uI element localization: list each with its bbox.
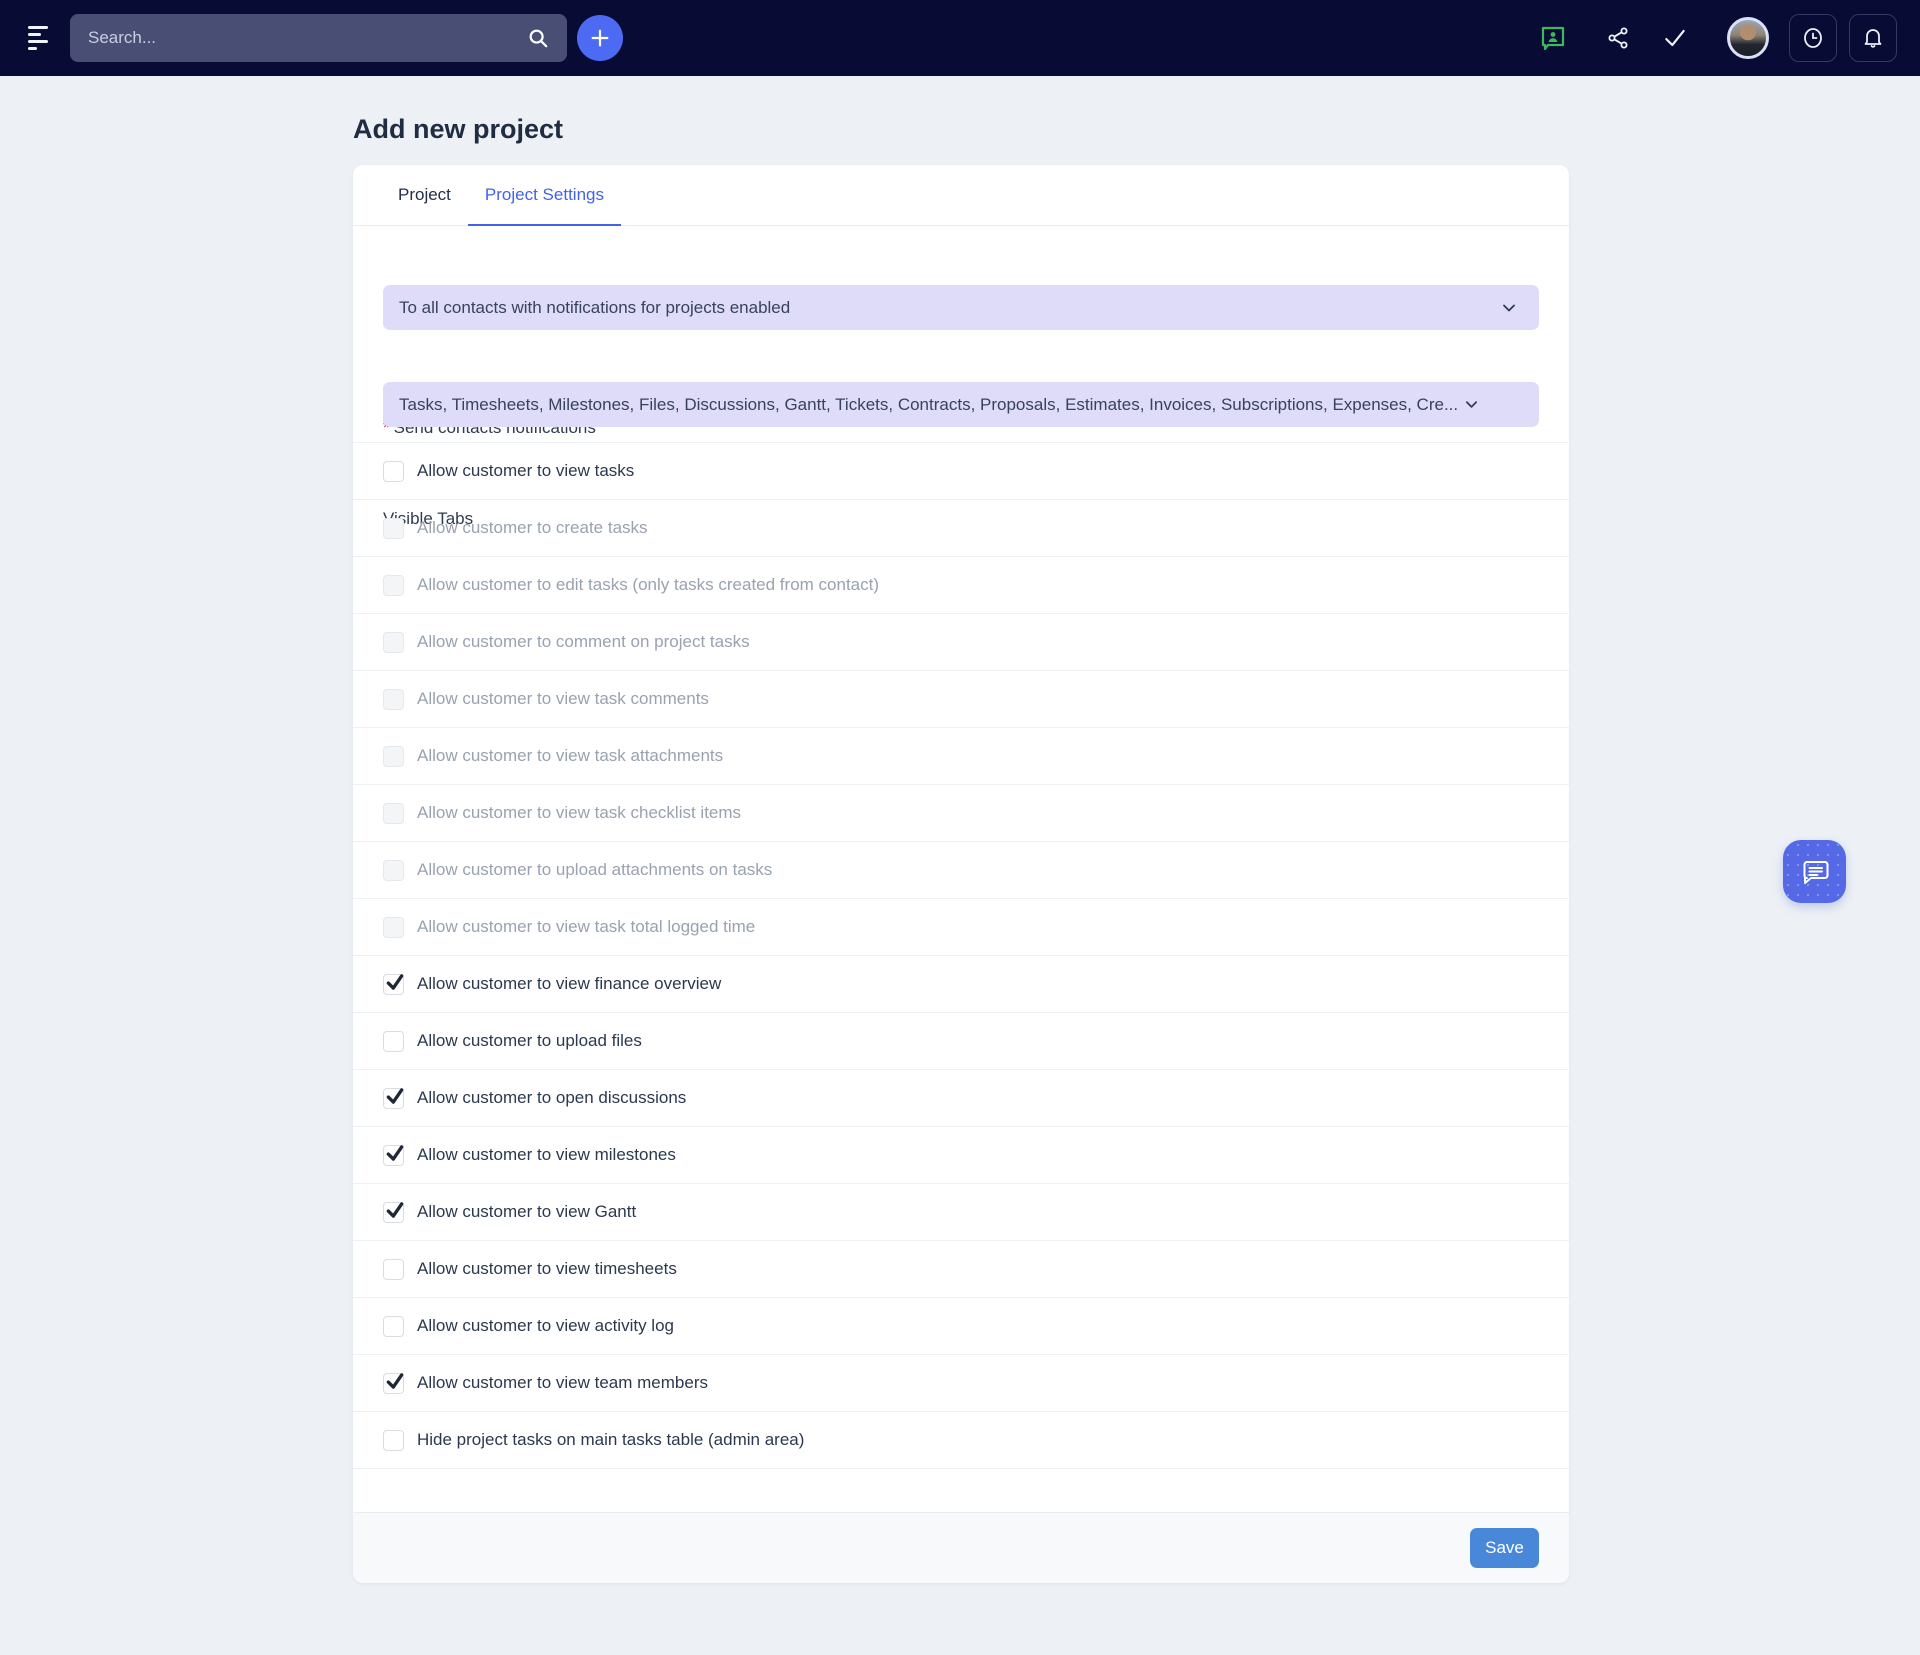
settings-list: Allow customer to view tasks Allow custo…	[353, 442, 1569, 1469]
setting-label[interactable]: Allow customer to view task checklist it…	[417, 803, 741, 823]
tab-bar: Project Project Settings	[353, 165, 1569, 226]
setting-label[interactable]: Allow customer to comment on project tas…	[417, 632, 750, 652]
setting-row: Allow customer to view task attachments	[353, 728, 1569, 785]
visible-tabs-select[interactable]: Tasks, Timesheets, Milestones, Files, Di…	[383, 382, 1539, 427]
setting-checkbox[interactable]	[383, 803, 404, 824]
chevron-down-icon	[1464, 397, 1479, 412]
setting-row: Allow customer to view timesheets	[353, 1241, 1569, 1298]
search-box	[70, 14, 567, 62]
search-input[interactable]	[70, 28, 527, 48]
checkmark-icon	[385, 972, 405, 992]
setting-label[interactable]: Allow customer to edit tasks (only tasks…	[417, 575, 879, 595]
top-navbar	[0, 0, 1920, 76]
setting-checkbox[interactable]	[383, 1373, 404, 1394]
setting-checkbox[interactable]	[383, 917, 404, 938]
clock-icon	[1801, 26, 1825, 50]
save-button[interactable]: Save	[1470, 1528, 1539, 1568]
setting-label[interactable]: Allow customer to create tasks	[417, 518, 648, 538]
checkmark-icon	[385, 1200, 405, 1220]
add-button[interactable]	[577, 15, 623, 61]
setting-row: Allow customer to view Gantt	[353, 1184, 1569, 1241]
chat-user-icon	[1540, 25, 1566, 52]
setting-row: Allow customer to comment on project tas…	[353, 614, 1569, 671]
share-icon	[1606, 26, 1630, 50]
setting-label[interactable]: Hide project tasks on main tasks table (…	[417, 1430, 804, 1450]
setting-row: Allow customer to view tasks	[353, 443, 1569, 500]
setting-label[interactable]: Allow customer to view activity log	[417, 1316, 674, 1336]
setting-checkbox[interactable]	[383, 1145, 404, 1166]
setting-row: Allow customer to upload files	[353, 1013, 1569, 1070]
setting-row: Allow customer to view finance overview	[353, 956, 1569, 1013]
card-footer: Save	[353, 1512, 1569, 1583]
setting-checkbox[interactable]	[383, 1316, 404, 1337]
page-title: Add new project	[353, 114, 563, 145]
setting-label[interactable]: Allow customer to view tasks	[417, 461, 634, 481]
setting-label[interactable]: Allow customer to view task attachments	[417, 746, 723, 766]
add-project-card: Project Project Settings *Send contacts …	[353, 165, 1569, 1583]
setting-row: Allow customer to view activity log	[353, 1298, 1569, 1355]
chat-widget-button[interactable]	[1783, 840, 1846, 903]
setting-label[interactable]: Allow customer to view milestones	[417, 1145, 676, 1165]
setting-label[interactable]: Allow customer to view team members	[417, 1373, 708, 1393]
chevron-down-icon	[1501, 300, 1517, 321]
setting-row: Allow customer to view team members	[353, 1355, 1569, 1412]
setting-row: Allow customer to edit tasks (only tasks…	[353, 557, 1569, 614]
setting-checkbox[interactable]	[383, 1202, 404, 1223]
share-button[interactable]	[1606, 0, 1630, 76]
setting-row: Allow customer to view milestones	[353, 1127, 1569, 1184]
setting-checkbox[interactable]	[383, 1430, 404, 1451]
setting-row: Allow customer to open discussions	[353, 1070, 1569, 1127]
setting-checkbox[interactable]	[383, 461, 404, 482]
search-icon[interactable]	[527, 27, 549, 49]
setting-checkbox[interactable]	[383, 689, 404, 710]
setting-checkbox[interactable]	[383, 518, 404, 539]
setting-label[interactable]: Allow customer to upload attachments on …	[417, 860, 772, 880]
timers-button[interactable]	[1789, 0, 1837, 76]
checkmark-icon	[385, 1143, 405, 1163]
bell-icon	[1861, 26, 1885, 50]
checkmark-icon	[385, 1371, 405, 1391]
setting-label[interactable]: Allow customer to open discussions	[417, 1088, 686, 1108]
chat-bubble-icon	[1799, 856, 1831, 888]
checkmark-icon	[385, 1086, 405, 1106]
setting-row: Allow customer to view task checklist it…	[353, 785, 1569, 842]
notifications-button[interactable]	[1849, 0, 1897, 76]
setting-row: Allow customer to upload attachments on …	[353, 842, 1569, 899]
setting-checkbox[interactable]	[383, 974, 404, 995]
customers-online-button[interactable]	[1540, 0, 1566, 76]
setting-label[interactable]: Allow customer to view Gantt	[417, 1202, 636, 1222]
setting-checkbox[interactable]	[383, 632, 404, 653]
setting-row: Allow customer to create tasks	[353, 500, 1569, 557]
tab-project-settings[interactable]: Project Settings	[468, 165, 621, 225]
setting-label[interactable]: Allow customer to upload files	[417, 1031, 642, 1051]
tab-project[interactable]: Project	[381, 165, 468, 225]
setting-checkbox[interactable]	[383, 746, 404, 767]
setting-row: Allow customer to view task total logged…	[353, 899, 1569, 956]
setting-row: Hide project tasks on main tasks table (…	[353, 1412, 1569, 1469]
todo-button[interactable]	[1662, 0, 1688, 76]
menu-icon[interactable]	[28, 26, 52, 50]
setting-row: Allow customer to view task comments	[353, 671, 1569, 728]
setting-checkbox[interactable]	[383, 575, 404, 596]
setting-checkbox[interactable]	[383, 860, 404, 881]
setting-label[interactable]: Allow customer to view task total logged…	[417, 917, 755, 937]
notifications-select[interactable]: To all contacts with notifications for p…	[383, 285, 1539, 330]
check-icon	[1662, 25, 1688, 51]
plus-icon	[589, 27, 611, 49]
setting-label[interactable]: Allow customer to view task comments	[417, 689, 709, 709]
setting-checkbox[interactable]	[383, 1088, 404, 1109]
setting-label[interactable]: Allow customer to view finance overview	[417, 974, 721, 994]
setting-checkbox[interactable]	[383, 1259, 404, 1280]
setting-checkbox[interactable]	[383, 1031, 404, 1052]
screen: Add new project Project Project Settings…	[0, 0, 1920, 1655]
avatar	[1727, 17, 1769, 59]
setting-label[interactable]: Allow customer to view timesheets	[417, 1259, 677, 1279]
user-menu[interactable]	[1727, 0, 1769, 76]
